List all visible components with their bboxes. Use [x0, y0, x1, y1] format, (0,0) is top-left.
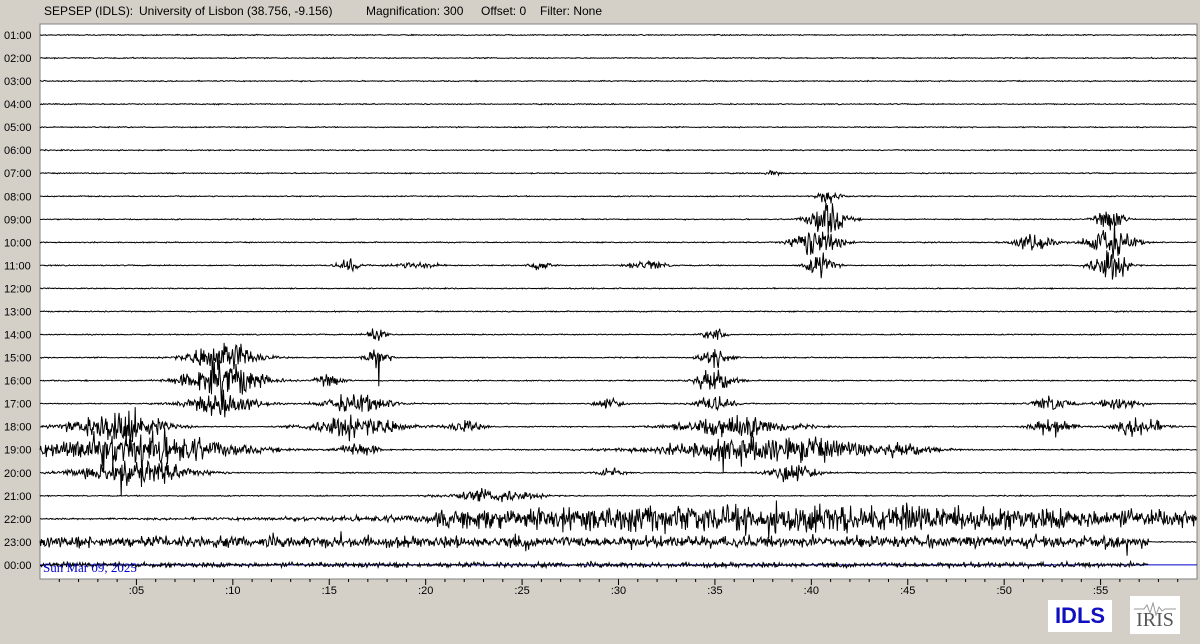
hour-label: 15:00	[4, 353, 32, 365]
idls-logo: IDLS	[1048, 600, 1112, 632]
minute-tick-label: :50	[997, 585, 1012, 597]
hour-label: 01:00	[4, 30, 32, 42]
hour-label: 05:00	[4, 122, 32, 134]
hour-label: 09:00	[4, 214, 32, 226]
minute-tick-label: :25	[514, 585, 529, 597]
hour-label: 12:00	[4, 283, 32, 295]
hour-label: 10:00	[4, 237, 32, 249]
hour-label: 14:00	[4, 330, 32, 342]
hour-label: 02:00	[4, 53, 32, 65]
iris-wave-icon	[1134, 602, 1176, 616]
hour-label: 19:00	[4, 445, 32, 457]
minute-tick-label: :10	[225, 585, 240, 597]
minute-tick-label: :05	[129, 585, 144, 597]
minute-tick-label: :35	[707, 585, 722, 597]
hour-label: 13:00	[4, 306, 32, 318]
hour-label: 11:00	[4, 260, 31, 272]
minute-tick-label: :45	[900, 585, 915, 597]
minute-tick-label: :40	[804, 585, 819, 597]
date-label: Sun Mar 09, 2025	[43, 560, 137, 575]
hour-label: 16:00	[4, 376, 32, 388]
hour-label: 18:00	[4, 422, 32, 434]
hour-label: 03:00	[4, 76, 32, 88]
hour-label: 23:00	[4, 537, 32, 549]
minute-tick-label: :20	[418, 585, 433, 597]
hour-label: 04:00	[4, 99, 32, 111]
minute-tick-group: :05 :10 :15 :20 :25 :30 :35 :40 :45 :50 :55	[58, 579, 1179, 597]
minute-tick-label: :15	[322, 585, 337, 597]
hour-label: 22:00	[4, 514, 32, 526]
hour-label: 20:00	[4, 468, 32, 480]
hour-label-group: 01:00 02:00 03:00 04:00 05:00 06:00 07:00 08:00…	[4, 30, 32, 572]
iris-logo: IRIS	[1130, 596, 1180, 634]
hour-label: 00:00	[4, 560, 32, 572]
minute-tick-label: :30	[611, 585, 626, 597]
hour-label: 06:00	[4, 145, 32, 157]
seismogram-chart: 01:00 02:00 03:00 04:00 05:00 06:00 07:00 08:00…	[4, 23, 1198, 597]
hour-label: 08:00	[4, 191, 32, 203]
hour-label: 21:00	[4, 491, 32, 503]
hour-label: 07:00	[4, 168, 32, 180]
minute-tick-label: :55	[1093, 585, 1108, 597]
hour-label: 17:00	[4, 399, 32, 411]
